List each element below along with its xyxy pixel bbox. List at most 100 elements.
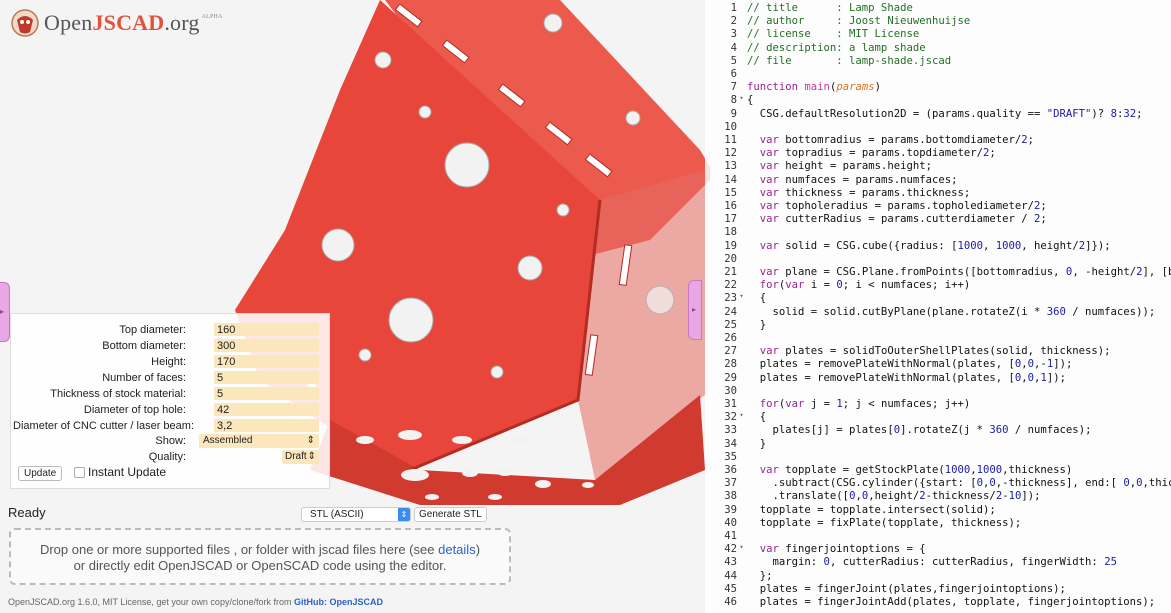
export-format-select[interactable]: STL (ASCII) ⇕ [301,507,411,522]
code-line[interactable]: 42 ▾ var fingerjointoptions = { [705,543,925,555]
generate-stl-button[interactable]: Generate STL [414,507,487,522]
code-line[interactable]: 16 var topholeradius = params.topholedia… [705,200,1047,212]
code-line[interactable]: 31 for(var j = 1; j < numfaces; j++) [705,398,970,410]
bottom-diameter-input[interactable] [214,339,319,352]
code-line[interactable]: 43 margin: 0, cutterRadius: cutterRadius… [705,556,1117,568]
github-link[interactable]: GitHub: OpenJSCAD [294,597,383,607]
code-line[interactable]: 3 // license : MIT License [705,28,920,41]
code-line[interactable]: 34 } [705,438,766,450]
file-drop-zone[interactable]: Drop one or more supported files , or fo… [9,528,511,585]
update-button[interactable]: Update [18,466,63,481]
code-line[interactable]: 46 plates = fingerJointAdd(plates, toppl… [705,596,1155,608]
code-line[interactable]: 41 [705,530,747,542]
fold-arrow-icon [737,530,746,542]
code-line[interactable]: 26 [705,332,747,344]
code-line[interactable]: 12 var topradius = params.topdiameter/2; [705,147,996,159]
code-line[interactable]: 33 plates[j] = plates[0].rotateZ(j * 360… [705,424,1091,436]
line-number: 6 [730,68,737,80]
code-line[interactable]: 9 CSG.defaultResolution2D = (params.qual… [705,108,1143,120]
code-line[interactable]: 8 ▾{ [705,94,754,106]
param-label: Thickness of stock material: [50,387,186,400]
param-number-of-faces: Number of faces: [11,370,331,385]
openjscad-logo-icon [11,9,39,37]
code-line[interactable]: 21 var plane = CSG.Plane.fromPoints([bot… [705,266,1171,278]
fold-arrow-icon [737,2,746,14]
line-number: 46 [724,596,737,608]
toggle-panel-left-tab[interactable]: ▸ [0,282,10,342]
line-number: 13 [724,160,737,173]
code-line[interactable]: 39 topplate = topplate.intersect(solid); [705,504,996,516]
fold-arrow-icon[interactable]: ▾ [737,411,746,423]
instant-update-toggle[interactable]: Instant Update [74,465,166,479]
code-line[interactable]: 6 [705,68,747,80]
code-line[interactable]: 4 // description: a lamp shade [705,42,926,54]
code-line[interactable]: 18 [705,226,747,238]
cutter-diameter-input[interactable] [214,419,319,432]
code-text: // license : MIT License [747,28,920,41]
code-line[interactable]: 27 var plates = solidToOuterShellPlates(… [705,345,1110,358]
line-number: 27 [724,345,737,358]
openjscad-logo[interactable]: OpenJSCAD.org ALPHA [10,8,223,38]
code-line[interactable]: 10 [705,121,747,133]
alpha-badge: ALPHA [201,14,223,20]
code-line[interactable]: 19 var solid = CSG.cube({radius: [1000, … [705,239,1111,252]
code-line[interactable]: 30 [705,385,747,397]
code-line[interactable]: 15 var thickness = params.thickness; [705,187,970,199]
fold-arrow-icon [737,504,746,516]
line-number: 4 [730,41,737,54]
code-line[interactable]: 40 topplate = fixPlate(topplate, thickne… [705,517,1021,529]
code-text: var cutterRadius = params.cutterdiameter… [759,213,1047,226]
code-line[interactable]: 13 var height = params.height; [705,160,932,172]
code-line[interactable]: 24 solid = solid.cutByPlane(plane.rotate… [705,306,1155,318]
code-line[interactable]: 36 var topplate = getStockPlate(1000,100… [705,464,1072,476]
code-line[interactable]: 22 for(var i = 0; i < numfaces; i++) [705,279,970,291]
code-line[interactable]: 20 [705,253,747,265]
code-line[interactable]: 23 ▾ { [705,292,766,304]
line-number: 22 [724,279,737,292]
param-quality: Quality: Draft ⇕ [11,449,331,464]
fold-arrow-icon [737,200,746,212]
param-cutter-diameter: Diameter of CNC cutter / laser beam: [11,418,331,433]
code-line[interactable]: 25 } [705,319,766,331]
number-of-faces-input[interactable] [214,371,319,384]
line-number: 17 [724,213,737,226]
model-hole [488,494,502,500]
quality-select[interactable]: Draft ⇕ [282,449,319,464]
top-hole-input[interactable] [214,403,319,416]
height-input[interactable] [214,355,319,368]
code-line[interactable]: 32 ▾ { [705,411,766,423]
code-line[interactable]: 2 // author : Joost Nieuwenhuijse [705,15,971,28]
fold-arrow-icon[interactable]: ▾ [737,543,746,555]
code-line[interactable]: 7 function main(params) [705,81,881,93]
code-line[interactable]: 38 .translate([0,0,height/2-thickness/2-… [705,490,1040,502]
fold-arrow-icon[interactable]: ▾ [737,94,746,106]
line-number: 2 [730,15,737,28]
top-diameter-input[interactable] [214,323,319,336]
show-select[interactable]: Assembled ⇕ [199,433,319,448]
code-line[interactable]: 35 [705,451,747,463]
code-line[interactable]: 44 }; [705,570,772,582]
code-line[interactable]: 37 .subtract(CSG.cylinder({start: [0,0,-… [705,477,1171,489]
param-label: Height: [151,355,186,368]
code-line[interactable]: 11 var bottomradius = params.bottomdiame… [705,134,1034,146]
code-line[interactable]: 17 var cutterRadius = params.cutterdiame… [705,213,1047,225]
code-editor[interactable]: 1 // title : Lamp Shade 2 // author : Joost… [705,0,1171,613]
code-text: var solid = CSG.cube({radius: [1000, 100… [759,239,1111,252]
code-line[interactable]: 14 var numfaces = params.numfaces; [705,174,957,186]
code-line[interactable]: 5 // file : lamp-shade.jscad [705,54,952,67]
instant-update-checkbox[interactable] [74,466,85,478]
line-number: 15 [724,186,737,199]
code-line[interactable]: 29 plates = removePlateWithNormal(plates… [705,372,1066,384]
toggle-editor-tab[interactable]: ▸ [688,280,702,340]
fold-arrow-icon[interactable]: ▾ [737,292,746,304]
code-line[interactable]: 1 // title : Lamp Shade [705,2,913,14]
fold-arrow-icon [737,28,746,40]
details-link[interactable]: details [438,542,476,557]
code-line[interactable]: 28 plates = removePlateWithNormal(plates… [705,358,1072,370]
line-number: 5 [730,54,737,67]
code-line[interactable]: 45 plates = fingerJoint(plates,fingerjoi… [705,583,1066,595]
code-text: topplate = topplate.intersect(solid); [747,503,996,516]
thickness-input[interactable] [214,387,319,400]
